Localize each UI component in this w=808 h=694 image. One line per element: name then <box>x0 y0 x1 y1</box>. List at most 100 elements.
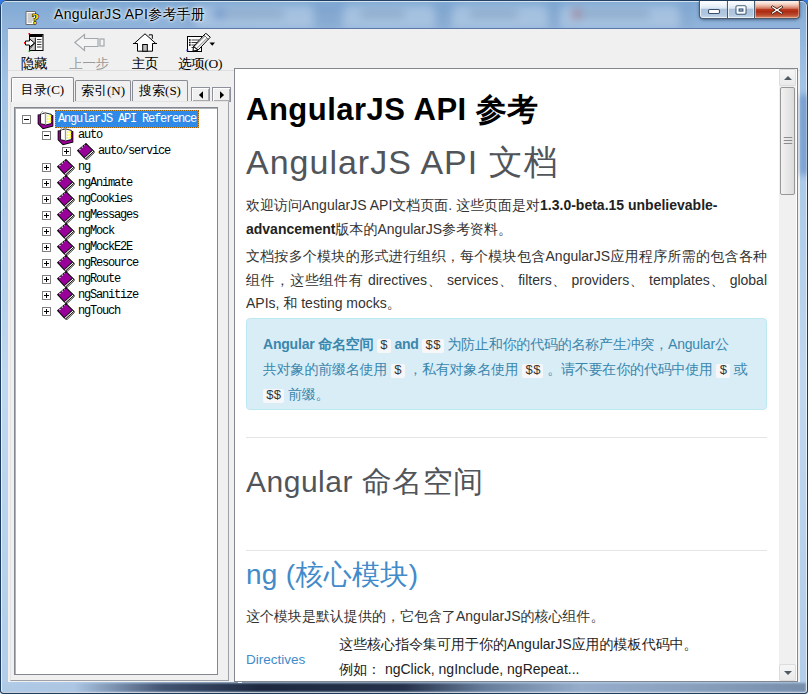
expand-icon[interactable] <box>42 307 51 316</box>
expand-icon[interactable] <box>42 163 51 172</box>
help-viewer-window: ? AngularJS API参考手册 <box>0 0 808 694</box>
thumb-grip <box>783 137 792 146</box>
text-segment: 共对象的前缀名使用 <box>263 361 391 377</box>
directives-desc-line2: 例如： ngClick, ngInclude, ngRepeat... <box>339 657 767 681</box>
tree-item-ngresource[interactable]: ngResource <box>15 255 217 271</box>
directives-desc-line1: 这些核心指令集可用于你的AngularJS应用的模板代码中。 <box>339 632 767 657</box>
tree-item-label: ngTouch <box>76 303 122 319</box>
tree-item-ngroute[interactable]: ngRoute <box>15 271 217 287</box>
bottom-border-shade <box>2 683 806 692</box>
svg-text:?: ? <box>32 11 40 27</box>
tree-item-auto-service[interactable]: auto/service <box>15 143 217 159</box>
intro-paragraph: 欢迎访问AngularJS API文档页面. 这些页面是对1.3.0-beta.… <box>246 194 767 241</box>
collapse-icon[interactable] <box>22 115 31 124</box>
titlebar[interactable]: ? AngularJS API参考手册 <box>0 0 808 28</box>
scroll-up-icon <box>783 75 792 80</box>
directives-link[interactable]: Directives <box>246 650 336 670</box>
maximize-button[interactable] <box>728 1 755 19</box>
tree-item-ng[interactable]: ng <box>15 159 217 175</box>
navigation-pane: 目录(C)索引(N)搜索(S) AngularJS API Reference … <box>10 73 238 683</box>
scroll-up-button[interactable] <box>779 69 796 86</box>
tree-item-ngmessages[interactable]: ngMessages <box>15 207 217 223</box>
book-closed-icon <box>57 255 74 271</box>
tree-item-ngcookies[interactable]: ngCookies <box>15 191 217 207</box>
window-title: AngularJS API参考手册 <box>54 6 205 24</box>
tree-item-ngsanitize[interactable]: ngSanitize <box>15 287 217 303</box>
book-open-icon <box>37 111 54 127</box>
toolbar-button-hide[interactable]: 隐藏 <box>11 33 57 71</box>
text-segment: 欢迎访问AngularJS API文档页面. 这些页面是对 <box>246 197 540 213</box>
tree-item-label: auto <box>76 127 104 143</box>
tree-items: AngularJS API Reference auto auto/servic… <box>15 111 217 319</box>
collapse-icon[interactable] <box>42 131 51 140</box>
ng-module-heading: ng (核心模块) <box>246 559 767 591</box>
expand-icon[interactable] <box>62 147 71 156</box>
divider <box>246 550 767 551</box>
tab-index[interactable]: 索引(N) <box>75 80 131 102</box>
right-border-glass-shade <box>800 95 808 175</box>
book-closed-icon <box>57 223 74 239</box>
toolbar-button-label: 选项(O) <box>171 56 229 71</box>
modules-paragraph: 文档按多个模块的形式进行组织，每个模块包含AngularJS应用程序所需的包含各… <box>246 245 767 316</box>
tree-item-nganimate[interactable]: ngAnimate <box>15 175 217 191</box>
tab-scroll-right-button[interactable] <box>212 87 231 102</box>
topic-scrollbar[interactable] <box>779 69 796 681</box>
expand-icon[interactable] <box>42 243 51 252</box>
expand-icon[interactable] <box>42 291 51 300</box>
tree-item-ngmocke2e[interactable]: ngMockE2E <box>15 239 217 255</box>
expand-icon[interactable] <box>42 259 51 268</box>
minimize-button[interactable] <box>699 1 728 19</box>
book-closed-icon <box>57 191 74 207</box>
tree-item-label: ngAnimate <box>76 175 134 191</box>
back-icon <box>61 33 117 56</box>
tree-item-angularjs-api-reference[interactable]: AngularJS API Reference <box>15 111 217 127</box>
book-closed-icon <box>57 207 74 223</box>
code-chip: $ <box>377 339 391 353</box>
scroll-thumb[interactable] <box>780 87 795 195</box>
divider <box>246 437 767 438</box>
tab-search[interactable]: 搜索(S) <box>132 80 188 102</box>
toolbar-button-home[interactable]: 主页 <box>124 33 166 71</box>
close-button[interactable] <box>755 1 800 19</box>
book-closed-icon <box>77 143 94 159</box>
text-segment: 或 <box>730 361 748 377</box>
tree-item-ngmock[interactable]: ngMock <box>15 223 217 239</box>
text-segment: 前缀。 <box>284 386 329 402</box>
code-chip: $$ <box>422 339 443 353</box>
bold-text-segment: and <box>391 336 423 352</box>
topic-title: AngularJS API 参考 <box>246 93 767 127</box>
toolbar-button-options[interactable]: 选项(O) <box>171 33 229 71</box>
tree-item-label: ngMock <box>76 223 116 239</box>
close-icon <box>771 5 784 15</box>
book-closed-icon <box>57 271 74 287</box>
code-chip: $$ <box>263 389 284 403</box>
tab-contents[interactable]: 目录(C) <box>11 77 74 102</box>
topic-pane: AngularJS API 参考 AngularJS API 文档 欢迎访问An… <box>234 68 798 682</box>
book-closed-icon <box>57 287 74 303</box>
topic-subtitle: AngularJS API 文档 <box>246 143 767 181</box>
text-segment: ，私有对象名使用 <box>405 361 523 377</box>
namespace-heading: Angular 命名空间 <box>246 465 767 499</box>
expand-icon[interactable] <box>42 179 51 188</box>
tree-item-label: ngRoute <box>76 271 122 287</box>
tree-item-label: auto/service <box>96 143 172 159</box>
scroll-down-button[interactable] <box>779 664 796 681</box>
code-chip: $ <box>716 364 730 378</box>
expand-icon[interactable] <box>42 275 51 284</box>
tab-page: AngularJS API Reference auto auto/servic… <box>10 101 229 681</box>
toolbar-button-back[interactable]: 上一步 <box>61 33 117 71</box>
toolbar-button-label: 隐藏 <box>11 56 57 71</box>
book-closed-icon <box>57 175 74 191</box>
expand-icon[interactable] <box>42 195 51 204</box>
namespace-alert: Angular 命名空间 $ and $$ 为防止和你的代码的名称产生冲突，An… <box>246 318 767 410</box>
maximize-icon <box>734 4 748 16</box>
toolbar-button-label: 主页 <box>124 56 166 71</box>
tree-item-ngtouch[interactable]: ngTouch <box>15 303 217 319</box>
tab-scroll-left-button[interactable] <box>191 87 210 102</box>
expand-icon[interactable] <box>42 211 51 220</box>
tree-item-label: ngMessages <box>76 207 140 223</box>
expand-icon[interactable] <box>42 227 51 236</box>
tree-item-auto[interactable]: auto <box>15 127 217 143</box>
text-segment: 为防止和你的代码的名称产生冲突，Angular公 <box>444 336 729 352</box>
book-closed-icon <box>57 303 74 319</box>
